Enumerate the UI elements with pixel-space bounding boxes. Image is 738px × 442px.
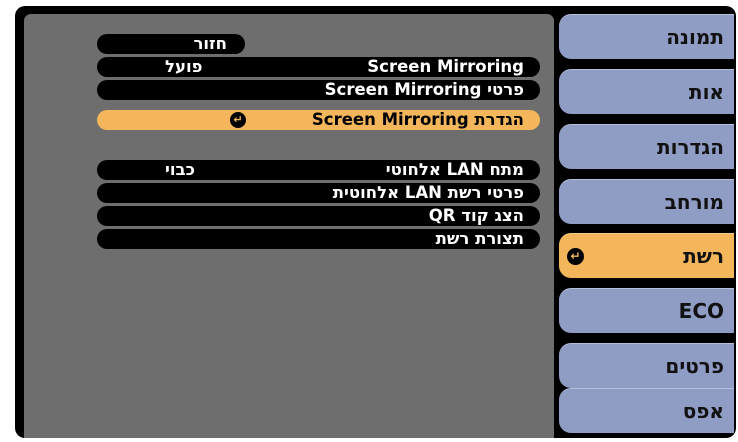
menu-row-wireless-lan-info[interactable]: פרטי רשת LAN אלחוטית xyxy=(97,183,540,203)
menu-row-screen-mirroring-settings[interactable]: ↵ הגדרת Screen Mirroring xyxy=(97,110,540,130)
tab-info[interactable]: פרטים xyxy=(559,343,734,388)
wireless-lan-info-label: פרטי רשת LAN אלחוטית xyxy=(332,183,524,202)
back-label: חזור xyxy=(193,34,227,53)
screen-mirroring-value: פועל xyxy=(165,57,203,76)
tab-label: פרטים xyxy=(665,354,724,378)
menu-row-wireless-lan-power[interactable]: כבוי מתח LAN אלחוטי xyxy=(97,160,540,180)
screen-mirroring-label: Screen Mirroring xyxy=(367,57,524,76)
enter-icon: ↵ xyxy=(230,112,246,128)
screen-mirroring-info-label: פרטי Screen Mirroring xyxy=(324,80,524,99)
tab-label: רשת xyxy=(683,244,724,268)
tab-image[interactable]: תמונה xyxy=(559,14,734,59)
tab-network[interactable]: ↵ רשת xyxy=(559,233,734,278)
enter-icon: ↵ xyxy=(567,248,584,265)
tab-label: הגדרות xyxy=(656,135,724,159)
tab-label: אפס xyxy=(682,399,724,423)
menu-row-back[interactable]: חזור xyxy=(97,34,245,54)
show-qr-label: הצג קוד QR xyxy=(428,206,524,225)
tab-label: ECO xyxy=(678,299,724,323)
menu-row-screen-mirroring-info[interactable]: פרטי Screen Mirroring xyxy=(97,80,540,100)
tab-extended[interactable]: מורחב xyxy=(559,179,734,224)
tab-label: אות xyxy=(688,80,724,104)
menu-row-network-config[interactable]: תצורת רשת xyxy=(97,229,540,249)
menu-row-show-qr[interactable]: הצג קוד QR xyxy=(97,206,540,226)
tab-reset[interactable]: אפס xyxy=(559,388,734,433)
menu-row-screen-mirroring[interactable]: פועל Screen Mirroring xyxy=(97,57,540,77)
wireless-lan-power-value: כבוי xyxy=(165,160,195,179)
screen-mirroring-settings-label: הגדרת Screen Mirroring xyxy=(311,110,524,129)
tab-settings[interactable]: הגדרות xyxy=(559,124,734,169)
network-config-label: תצורת רשת xyxy=(435,229,524,248)
tab-signal[interactable]: אות xyxy=(559,69,734,114)
tab-label: מורחב xyxy=(664,190,724,214)
tab-label: תמונה xyxy=(666,25,724,49)
settings-panel: חזור פועל Screen Mirroring פרטי Screen M… xyxy=(24,14,554,438)
wireless-lan-power-label: מתח LAN אלחוטי xyxy=(385,160,524,179)
menu-tabs: תמונה אות הגדרות מורחב ↵ רשת ECO פרטים א… xyxy=(559,14,736,438)
tab-eco[interactable]: ECO xyxy=(559,288,734,333)
